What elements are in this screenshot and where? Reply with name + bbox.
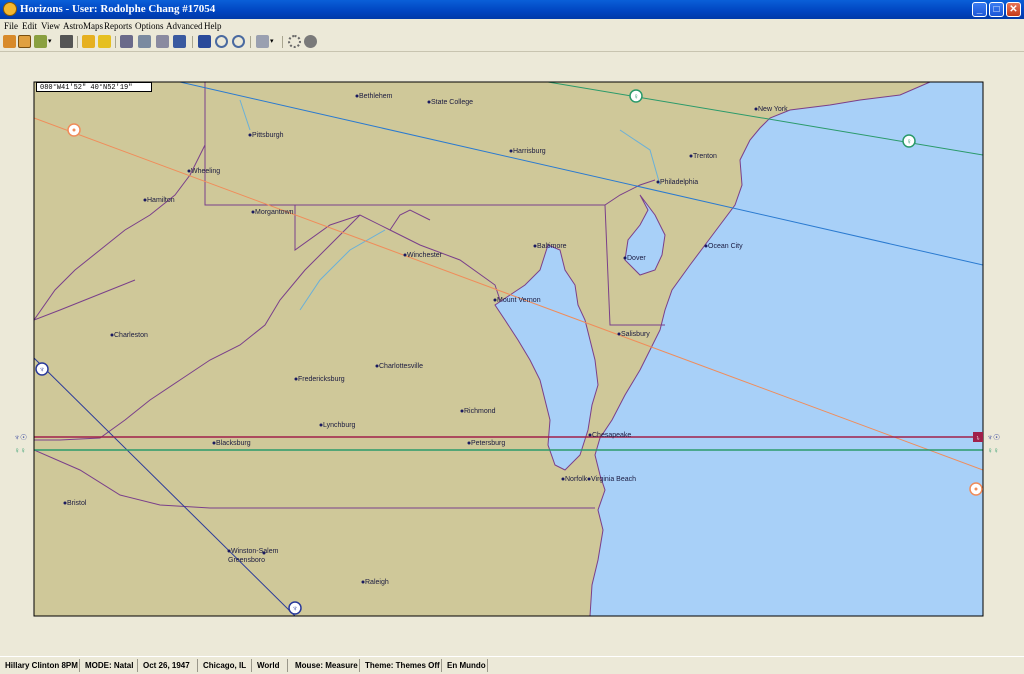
svg-text:Ocean City: Ocean City <box>708 243 743 250</box>
status-place[interactable]: Chicago, IL <box>200 659 252 672</box>
right-line-label-top: ♆☉ <box>987 433 1000 442</box>
venus-glyph-icon[interactable]: ♀ <box>629 89 643 103</box>
city-marker[interactable]: Hamilton <box>143 197 175 204</box>
svg-text:Charlottesville: Charlottesville <box>379 363 423 370</box>
status-chart-name[interactable]: Hillary Clinton 8PM <box>2 659 80 672</box>
svg-text:Petersburg: Petersburg <box>471 440 505 447</box>
city-marker[interactable]: Bethlehem <box>355 93 393 100</box>
city-marker[interactable]: Charleston <box>110 332 148 339</box>
svg-text:♆: ♆ <box>39 365 45 374</box>
city-marker[interactable]: Norfolk <box>561 476 588 483</box>
right-line-label-bottom: ♀♀ <box>987 446 999 455</box>
svg-text:Virginia Beach: Virginia Beach <box>591 476 636 483</box>
svg-text:♀: ♀ <box>906 137 912 146</box>
svg-text:Salisbury: Salisbury <box>621 331 650 338</box>
city-marker[interactable]: Richmond <box>460 408 496 415</box>
svg-text:Morgantown: Morgantown <box>255 209 294 216</box>
coordinate-readout: 080°W41'52" 40°N52'19" <box>36 82 152 92</box>
svg-text:Richmond: Richmond <box>464 408 496 415</box>
city-marker[interactable]: Morgantown <box>251 209 294 216</box>
svg-text:Blacksburg: Blacksburg <box>216 440 251 447</box>
status-date[interactable]: Oct 26, 1947 <box>140 659 198 672</box>
city-marker[interactable]: Baltimore <box>533 243 567 250</box>
city-marker[interactable]: Fredericksburg <box>294 376 345 383</box>
city-marker[interactable]: Bristol <box>63 500 87 507</box>
svg-text:Lynchburg: Lynchburg <box>323 422 356 429</box>
city-marker[interactable]: Dover <box>623 255 647 262</box>
svg-text:Hamilton: Hamilton <box>147 197 175 204</box>
svg-text:Philadelphia: Philadelphia <box>660 179 698 186</box>
status-mouse-mode[interactable]: Mouse: Measure <box>292 659 360 672</box>
svg-text:Pittsburgh: Pittsburgh <box>252 132 284 139</box>
svg-text:Greensboro: Greensboro <box>228 557 265 564</box>
city-marker[interactable]: Pittsburgh <box>248 132 284 139</box>
astro-map[interactable]: ♀ ♀ ♆ ♆ ♄ ♆☉ ♀♀ ♆☉ ♀♀ Bethlehem State Co… <box>0 0 1024 673</box>
status-theme[interactable]: Theme: Themes Off <box>362 659 442 672</box>
svg-text:♄: ♄ <box>975 435 980 442</box>
svg-text:Bristol: Bristol <box>67 500 87 507</box>
city-marker[interactable]: New York <box>754 106 789 113</box>
city-marker[interactable]: Ocean City <box>704 243 744 250</box>
city-marker[interactable]: Chesapeake <box>588 432 632 439</box>
left-line-label-top: ♆☉ <box>14 433 27 442</box>
city-marker[interactable]: Lynchburg <box>319 422 356 429</box>
left-line-label-bottom: ♀♀ <box>14 446 26 455</box>
svg-text:State College: State College <box>431 99 473 106</box>
svg-text:Fredericksburg: Fredericksburg <box>298 376 345 383</box>
svg-text:Norfolk: Norfolk <box>565 476 588 483</box>
svg-text:Harrisburg: Harrisburg <box>513 148 546 155</box>
city-marker[interactable]: Wheeling <box>187 168 221 175</box>
city-marker[interactable]: Philadelphia <box>656 179 699 186</box>
svg-text:Bethlehem: Bethlehem <box>359 93 393 100</box>
svg-text:New York: New York <box>758 106 788 113</box>
svg-text:Trenton: Trenton <box>693 153 717 160</box>
city-marker[interactable]: Salisbury <box>617 331 651 338</box>
city-marker[interactable]: Trenton <box>689 153 717 160</box>
status-bar: Hillary Clinton 8PM MODE: Natal Oct 26, … <box>0 656 1024 674</box>
neptune-glyph-icon[interactable]: ♆ <box>288 601 302 615</box>
city-marker[interactable]: Petersburg <box>467 440 506 447</box>
venus-glyph-icon[interactable]: ♀ <box>902 134 916 148</box>
svg-text:Dover: Dover <box>627 255 646 262</box>
svg-text:Raleigh: Raleigh <box>365 579 389 586</box>
city-marker[interactable]: Harrisburg <box>509 148 546 155</box>
svg-text:Wheeling: Wheeling <box>191 168 220 175</box>
city-marker[interactable]: Blacksburg <box>212 440 251 447</box>
city-marker[interactable]: Winchester <box>403 252 443 259</box>
status-scope[interactable]: World <box>254 659 288 672</box>
status-mundo[interactable]: En Mundo <box>444 659 488 672</box>
svg-text:♆: ♆ <box>292 604 298 613</box>
saturn-glyph-icon[interactable]: ♄ <box>973 432 983 442</box>
city-marker[interactable]: Virginia Beach <box>587 476 637 483</box>
status-mode[interactable]: MODE: Natal <box>82 659 138 672</box>
city-marker[interactable]: Mount Vernon <box>493 297 541 304</box>
neptune-glyph-icon[interactable]: ♆ <box>35 362 49 376</box>
city-marker[interactable]: Raleigh <box>361 579 389 586</box>
svg-text:Chesapeake: Chesapeake <box>592 432 631 439</box>
city-marker[interactable]: Charlottesville <box>375 363 424 370</box>
svg-text:Winchester: Winchester <box>407 252 443 259</box>
city-marker[interactable]: State College <box>427 99 474 106</box>
svg-text:Baltimore: Baltimore <box>537 243 567 250</box>
sun-glyph-icon[interactable] <box>67 123 81 137</box>
svg-text:Charleston: Charleston <box>114 332 148 339</box>
sun-glyph-icon[interactable] <box>969 482 983 496</box>
svg-text:Mount Vernon: Mount Vernon <box>497 297 541 304</box>
svg-text:Winston-Salem: Winston-Salem <box>231 548 279 555</box>
city-marker[interactable]: Winston-Salem <box>227 548 279 555</box>
svg-text:♀: ♀ <box>633 92 639 101</box>
